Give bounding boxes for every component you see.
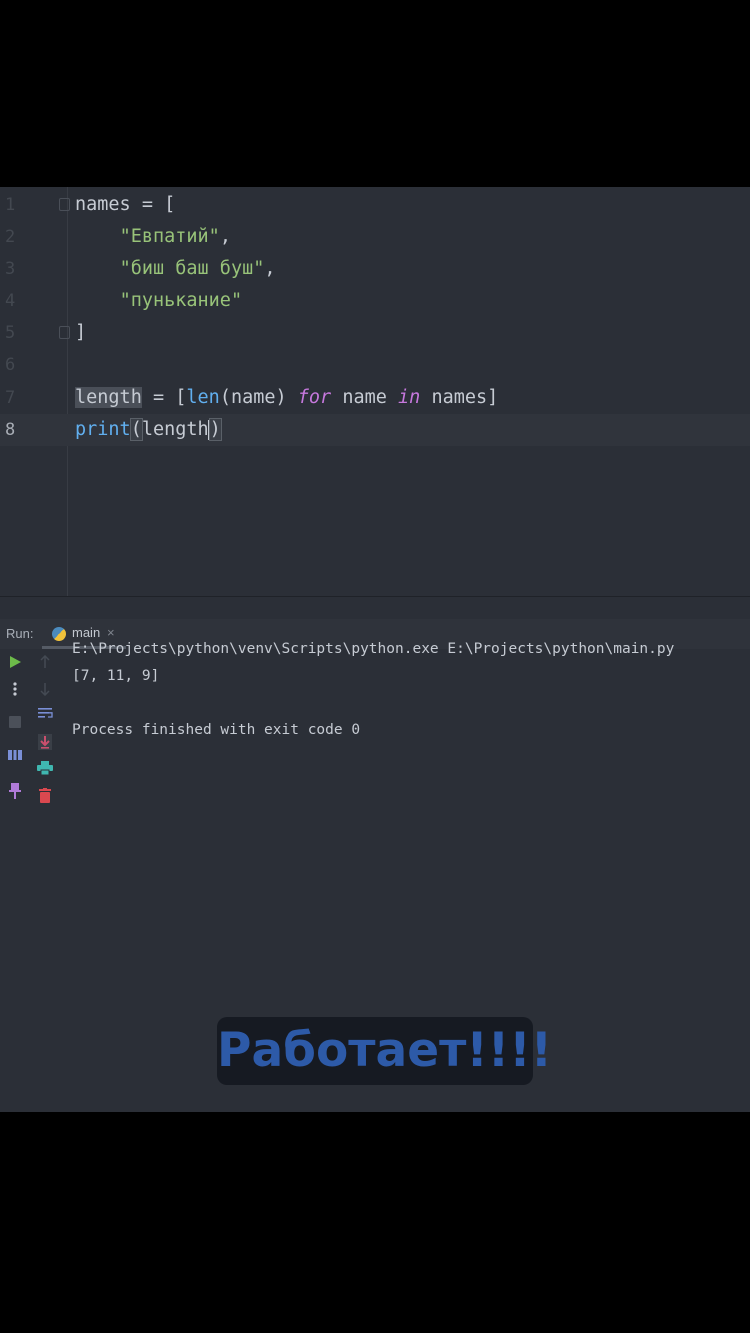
- code-line-1[interactable]: 1 names = [: [0, 189, 750, 221]
- line-number: 3: [5, 259, 16, 279]
- code-line-4[interactable]: 4 "пунькание": [0, 285, 750, 317]
- code-line-3[interactable]: 3 "биш баш буш",: [0, 253, 750, 285]
- scroll-to-end-icon[interactable]: [36, 734, 54, 752]
- fold-icon[interactable]: [59, 198, 70, 211]
- rerun-play-icon[interactable]: [6, 655, 24, 673]
- keyword-for: for: [297, 387, 332, 408]
- builtin-print: print: [75, 419, 131, 440]
- layout-icon[interactable]: [6, 749, 24, 767]
- builtin-len: len: [186, 387, 220, 408]
- console-output: [7, 11, 9]: [72, 668, 160, 684]
- line-number: 7: [5, 388, 16, 408]
- caption-overlay: Работает!!!!: [217, 1017, 552, 1085]
- code-line-2[interactable]: 2 "Евпатий",: [0, 221, 750, 253]
- keyword-in: in: [398, 387, 421, 408]
- soft-wrap-icon[interactable]: [36, 707, 54, 725]
- string-literal: "пунькание": [119, 290, 243, 311]
- run-label: Run:: [6, 626, 34, 641]
- bracket-close: ): [208, 418, 222, 441]
- down-arrow-icon[interactable]: [36, 682, 54, 700]
- up-arrow-icon[interactable]: [36, 654, 54, 673]
- code-line-7[interactable]: 7 length = [len(name) for name in names]: [0, 382, 750, 414]
- more-options-icon[interactable]: [6, 682, 24, 700]
- string-literal: "биш баш буш": [119, 258, 265, 279]
- line-number: 8: [5, 420, 16, 440]
- console-exit-status: Process finished with exit code 0: [72, 722, 361, 738]
- line-number: 5: [5, 323, 16, 343]
- code-line-6[interactable]: 6: [0, 349, 750, 381]
- stop-icon[interactable]: [6, 716, 24, 734]
- panel-splitter[interactable]: [0, 596, 750, 597]
- line-number: 4: [5, 291, 16, 311]
- var-length-highlight: length: [75, 387, 142, 408]
- pin-icon[interactable]: [6, 783, 24, 801]
- line-number: 6: [5, 355, 16, 375]
- code-editor[interactable]: 1 names = [ 2 "Евпатий", 3 "биш баш буш"…: [0, 187, 750, 597]
- code-line-5[interactable]: 5 ]: [0, 317, 750, 349]
- line-number: 1: [5, 195, 16, 215]
- var-names: names: [75, 194, 131, 215]
- print-icon[interactable]: [36, 761, 54, 779]
- python-icon: [52, 627, 66, 641]
- bracket-open: (: [129, 418, 143, 441]
- trash-icon[interactable]: [36, 788, 54, 806]
- fold-icon[interactable]: [59, 326, 70, 339]
- ide-window: 1 names = [ 2 "Евпатий", 3 "биш баш буш"…: [0, 187, 750, 1112]
- string-literal: "Евпатий": [119, 226, 220, 247]
- line-number: 2: [5, 227, 16, 247]
- console-command: E:\Projects\python\venv\Scripts\python.e…: [72, 641, 675, 657]
- code-line-8[interactable]: 8 print(length): [0, 414, 750, 446]
